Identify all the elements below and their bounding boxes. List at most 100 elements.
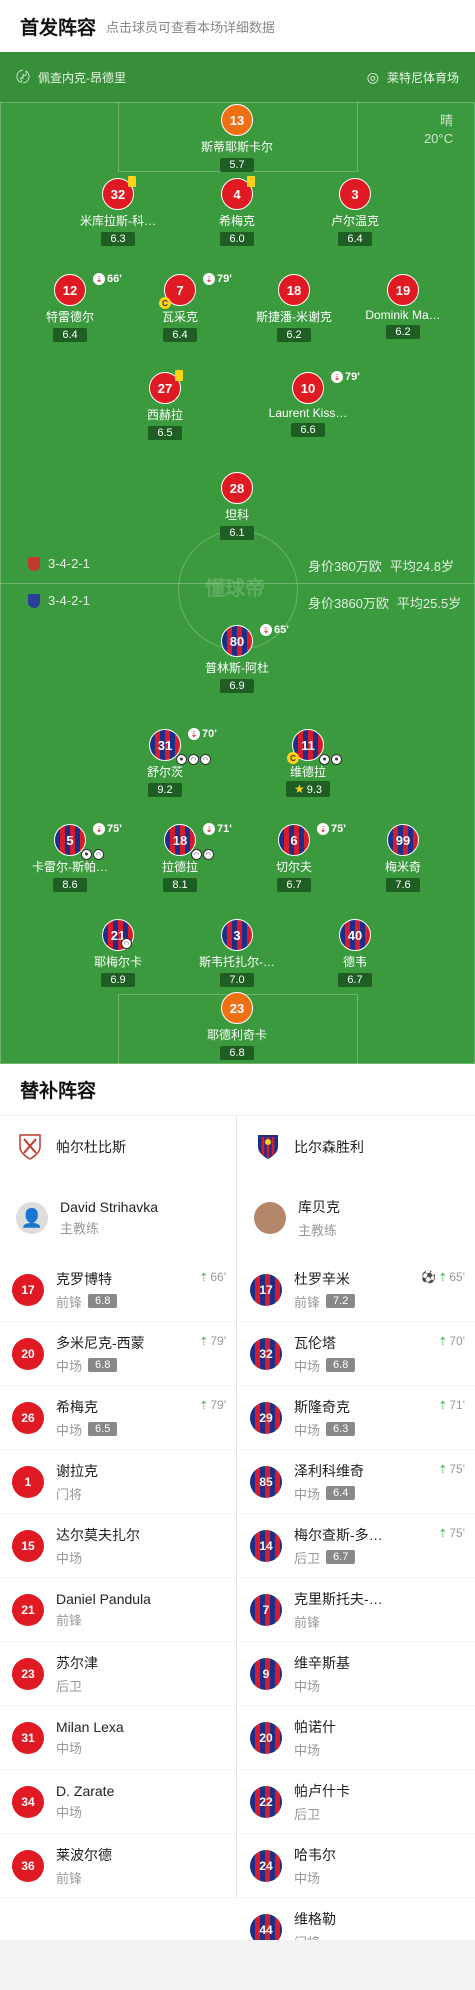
player-card[interactable]: 40 德韦 6.7: [300, 919, 410, 988]
player-rating: 8.1: [163, 878, 197, 892]
jersey: 99: [387, 824, 419, 856]
sub-player-row[interactable]: 85 泽利科维奇 中场 6.4 ⇡ 75': [238, 1450, 475, 1514]
player-card[interactable]: 28 坦科 6.1: [182, 472, 292, 541]
player-card[interactable]: 4 希梅克 6.0: [182, 176, 292, 247]
sub-player-row[interactable]: 24 哈韦尔 中场: [238, 1834, 475, 1898]
player-card[interactable]: 7 ⇣ 79' C 瓦采克 6.4: [125, 273, 235, 343]
jersey: 11 C ● ●: [287, 729, 342, 765]
player-card[interactable]: 18 斯捷潘-米谢克 6.2: [239, 274, 349, 343]
player-rating: 7.0: [220, 973, 254, 987]
away-avg-age: 平均25.5岁: [396, 596, 462, 611]
player-rating: 6.4: [53, 328, 87, 342]
jersey: 80 ⇣ 65': [221, 624, 289, 657]
sub-player-name: Milan Lexa: [56, 1718, 124, 1735]
player-card[interactable]: 11 C ● ● 维德拉 ★ 9.3: [253, 729, 363, 798]
events-row: ● ◠ ◠: [176, 754, 211, 765]
sub-player-meta: 门将: [56, 1484, 98, 1503]
jersey: 23: [221, 992, 253, 1024]
sub-player-row[interactable]: 15 达尔莫夫扎尔 中场: [0, 1514, 236, 1578]
sub-player-position: 后卫: [56, 1678, 83, 1694]
sub-out-icon: ⇣: [203, 823, 215, 835]
sub-in-icon: ⇡: [199, 1271, 209, 1284]
sub-player-meta: 中场: [56, 1548, 140, 1567]
assist-icon: ◠: [188, 754, 199, 765]
sub-out-icon: ⇣: [93, 823, 105, 835]
player-card[interactable]: 12 ⇣ 66' 特雷德尔 6.4: [15, 273, 125, 343]
sub-player-row[interactable]: 34 D. Zarate 中场: [0, 1770, 236, 1834]
player-name: 斯蒂耶斯卡尔: [200, 140, 273, 154]
sub-player-meta: 中场 6.8: [56, 1356, 145, 1375]
player-name: Laurent Kiss…: [268, 406, 348, 420]
sub-player-row[interactable]: 1 谢拉克门将: [0, 1450, 236, 1514]
sub-player-row[interactable]: 17 杜罗辛米 前锋 7.2 ⚽ ⇡ 65': [238, 1258, 475, 1322]
player-card[interactable]: 3 卢尔温克 6.4: [300, 178, 410, 247]
sub-player-name: 斯隆奇克: [294, 1398, 350, 1415]
jersey: 12 ⇣ 66': [54, 273, 122, 306]
coach-name: David Strihavka: [60, 1199, 159, 1215]
player-card[interactable]: 6 ⇣ 75' 切尔夫 6.7: [239, 823, 349, 893]
player-card[interactable]: 27 西赫拉 6.5: [110, 370, 220, 441]
sub-player-meta: 后卫: [294, 1804, 350, 1823]
sub-out-icon: ⇣: [93, 273, 105, 285]
sub-player-meta: 中场: [294, 1868, 336, 1887]
captain-icon: C: [159, 297, 171, 309]
coach-role: 主教练: [60, 1221, 100, 1236]
sub-player-name: 多米尼克-西蒙: [56, 1334, 145, 1351]
sub-player-row[interactable]: 29 斯隆奇克 中场 6.3 ⇡ 71': [238, 1386, 475, 1450]
sub-player-row[interactable]: 36 莱波尔德 前锋: [0, 1834, 236, 1898]
player-card[interactable]: 99 梅米奇 7.6: [348, 824, 458, 893]
sub-player-name: 谢拉克: [56, 1462, 98, 1479]
sub-player-name: 克里斯托夫-…: [294, 1590, 383, 1607]
sub-player-row[interactable]: 26 希梅克 中场 6.5 ⇡ 79': [0, 1386, 236, 1450]
player-name: 舒尔茨: [146, 765, 183, 779]
sub-player-name: 哈韦尔: [294, 1846, 336, 1863]
player-card[interactable]: 80 ⇣ 65' 普林斯-阿杜 6.9: [182, 624, 292, 694]
sub-player-row[interactable]: 14 梅尔查斯-多… 后卫 6.7 ⇡ 75': [238, 1514, 475, 1578]
player-card[interactable]: 5 ⇣ 75' ● ◠ 卡雷尔-斯帕… 8.6: [15, 823, 125, 893]
player-name: 耶德利奇卡: [206, 1028, 267, 1042]
sub-player-name: D. Zarate: [56, 1782, 115, 1799]
player-rating: 6.9: [101, 973, 135, 987]
sub-player-row[interactable]: 17 克罗博特 前锋 6.8 ⇡ 66': [0, 1258, 236, 1322]
lineup-subtitle: 点击球员可查看本场详细数据: [106, 19, 276, 35]
jersey: 7 ⇣ 79' C: [159, 273, 232, 309]
assist-icon: ◠: [121, 938, 132, 949]
sub-player-row[interactable]: 22 帕卢什卡 后卫: [238, 1770, 475, 1834]
player-card[interactable]: 19 Dominik Ma… 6.2: [348, 274, 458, 340]
stadium-name: 莱特尼体育场: [386, 70, 459, 85]
sub-player-row[interactable]: 21 Daniel Pandula 前锋: [0, 1578, 236, 1642]
sub-player-row[interactable]: 9 维辛斯基 中场: [238, 1642, 475, 1706]
player-card[interactable]: 18 ⇣ 71' ◠ ◠ 拉德拉 8.1: [125, 823, 235, 893]
player-card[interactable]: 31 ⇣ 70' ● ◠ ◠ 舒尔茨 9.2: [110, 728, 220, 798]
sub-player-row[interactable]: 23 苏尔津 后卫: [0, 1642, 236, 1706]
player-card[interactable]: 13 斯蒂耶斯卡尔 5.7: [182, 104, 292, 173]
sub-player-meta: 中场 6.5: [56, 1420, 118, 1439]
player-rating: 7.6: [386, 878, 420, 892]
jersey: 1: [12, 1465, 44, 1498]
player-card[interactable]: 3 斯韦托扎尔-… 7.0: [182, 919, 292, 988]
sub-player-row[interactable]: 31 Milan Lexa 中场: [0, 1706, 236, 1770]
player-name: 德韦: [342, 955, 367, 969]
sub-player-position: 中场: [56, 1804, 83, 1820]
whistle-icon: 〄: [16, 69, 30, 85]
away-coach[interactable]: 库贝克 主教练: [238, 1178, 475, 1258]
sub-player-row[interactable]: 20 帕诺什 中场: [238, 1706, 475, 1770]
player-rating: ★ 9.3: [285, 781, 331, 797]
sub-in-time: ⇡ 79': [199, 1398, 226, 1412]
player-card[interactable]: 10 ⇣ 79' Laurent Kiss… 6.6: [253, 371, 363, 438]
player-card[interactable]: 32 米库拉斯-科… 6.3: [63, 176, 173, 247]
sub-in-time: ⇡ 66': [199, 1270, 226, 1284]
player-name: 米库拉斯-科…: [80, 214, 156, 228]
player-card[interactable]: 23 耶德利奇卡 6.8: [182, 992, 292, 1061]
assist-icon: ◠: [203, 849, 214, 860]
player-rating: 5.7: [220, 158, 254, 172]
sub-in-icon: ⇡: [438, 1527, 448, 1540]
sub-player-row[interactable]: 7 克里斯托夫-… 前锋: [238, 1578, 475, 1642]
sub-player-row[interactable]: 32 瓦伦塔 中场 6.8 ⇡ 70': [238, 1322, 475, 1386]
sub-player-row[interactable]: 20 多米尼克-西蒙 中场 6.8 ⇡ 79': [0, 1322, 236, 1386]
sub-player-rating: 6.5: [88, 1422, 118, 1436]
home-coach[interactable]: 👤 David Strihavka 主教练: [0, 1178, 236, 1258]
player-card[interactable]: 21 ◠ 耶梅尔卡 6.9: [63, 919, 173, 988]
jersey: 36: [12, 1849, 44, 1882]
jersey: 17: [12, 1273, 44, 1306]
